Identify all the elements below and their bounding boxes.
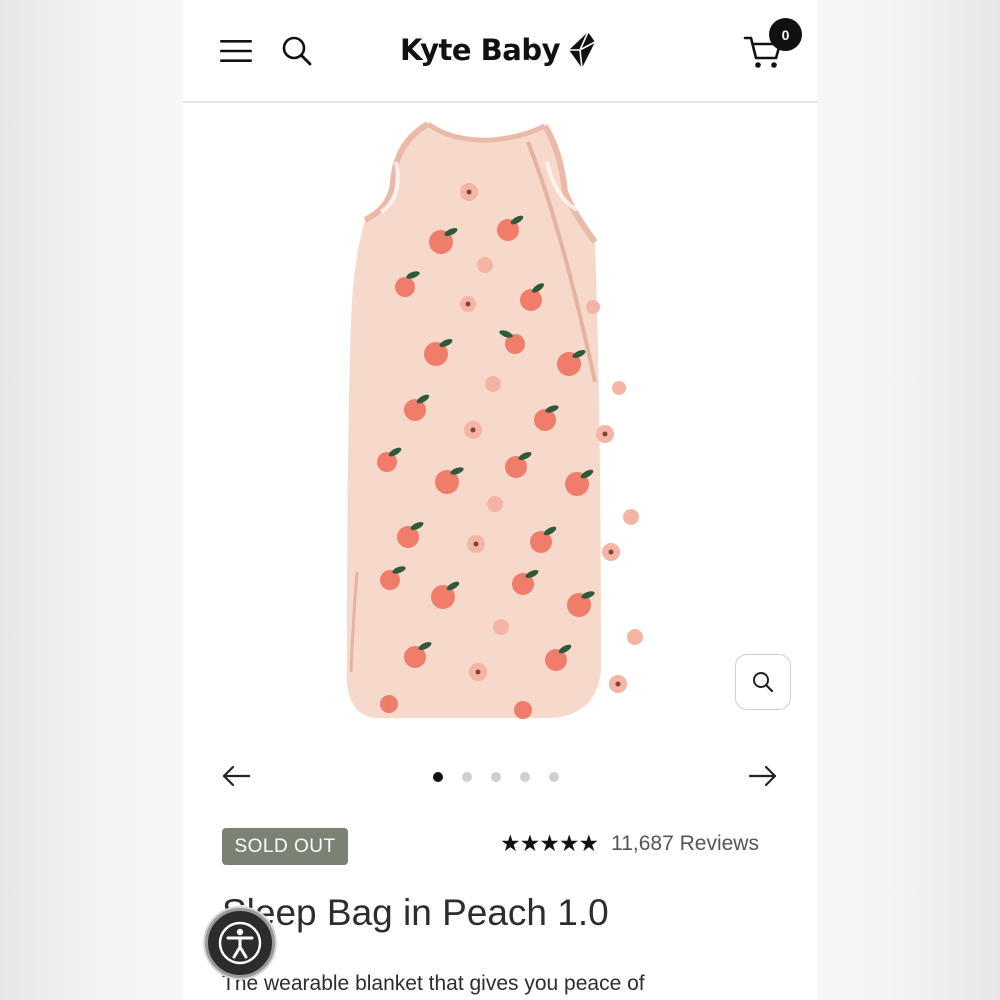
rating-stars: ★★★★★ bbox=[500, 830, 599, 856]
brand-logo[interactable]: Kyte Baby bbox=[400, 28, 596, 72]
zoom-magnifier-icon bbox=[753, 672, 774, 693]
background-blur-right bbox=[818, 0, 1000, 1000]
hamburger-menu-icon[interactable] bbox=[220, 38, 252, 64]
reviews-count[interactable]: 11,687 Reviews bbox=[611, 832, 759, 856]
product-title: Sleep Bag in Peach 1.0 bbox=[222, 892, 609, 933]
gallery-dot-5[interactable] bbox=[549, 772, 559, 782]
product-rating[interactable]: ★★★★★ 11,687 Reviews bbox=[500, 830, 759, 857]
zoom-button[interactable] bbox=[735, 654, 791, 710]
product-description: The wearable blanket that gives you peac… bbox=[222, 972, 645, 995]
arrow-right-icon[interactable] bbox=[748, 764, 778, 788]
gallery-pagination bbox=[433, 772, 559, 782]
arrow-left-icon[interactable] bbox=[221, 764, 251, 788]
brand-name: Kyte Baby bbox=[400, 33, 560, 67]
cart-count-badge: 0 bbox=[769, 18, 802, 51]
phone-screen: Kyte Baby 0 SOLD OUT ★★★★★ 11,687 Review… bbox=[183, 0, 818, 1000]
gallery-dot-2[interactable] bbox=[462, 772, 472, 782]
product-image-sleep-bag[interactable] bbox=[333, 112, 663, 722]
background-blur-left bbox=[0, 0, 183, 1000]
search-icon[interactable] bbox=[281, 34, 313, 68]
accessibility-icon bbox=[218, 921, 262, 965]
gallery-dot-3[interactable] bbox=[491, 772, 501, 782]
accessibility-button[interactable] bbox=[205, 908, 275, 978]
gallery-dot-1[interactable] bbox=[433, 772, 443, 782]
site-header: Kyte Baby 0 bbox=[183, 0, 818, 103]
kite-logo-icon bbox=[568, 31, 596, 69]
sold-out-badge: SOLD OUT bbox=[222, 828, 348, 865]
gallery-dot-4[interactable] bbox=[520, 772, 530, 782]
